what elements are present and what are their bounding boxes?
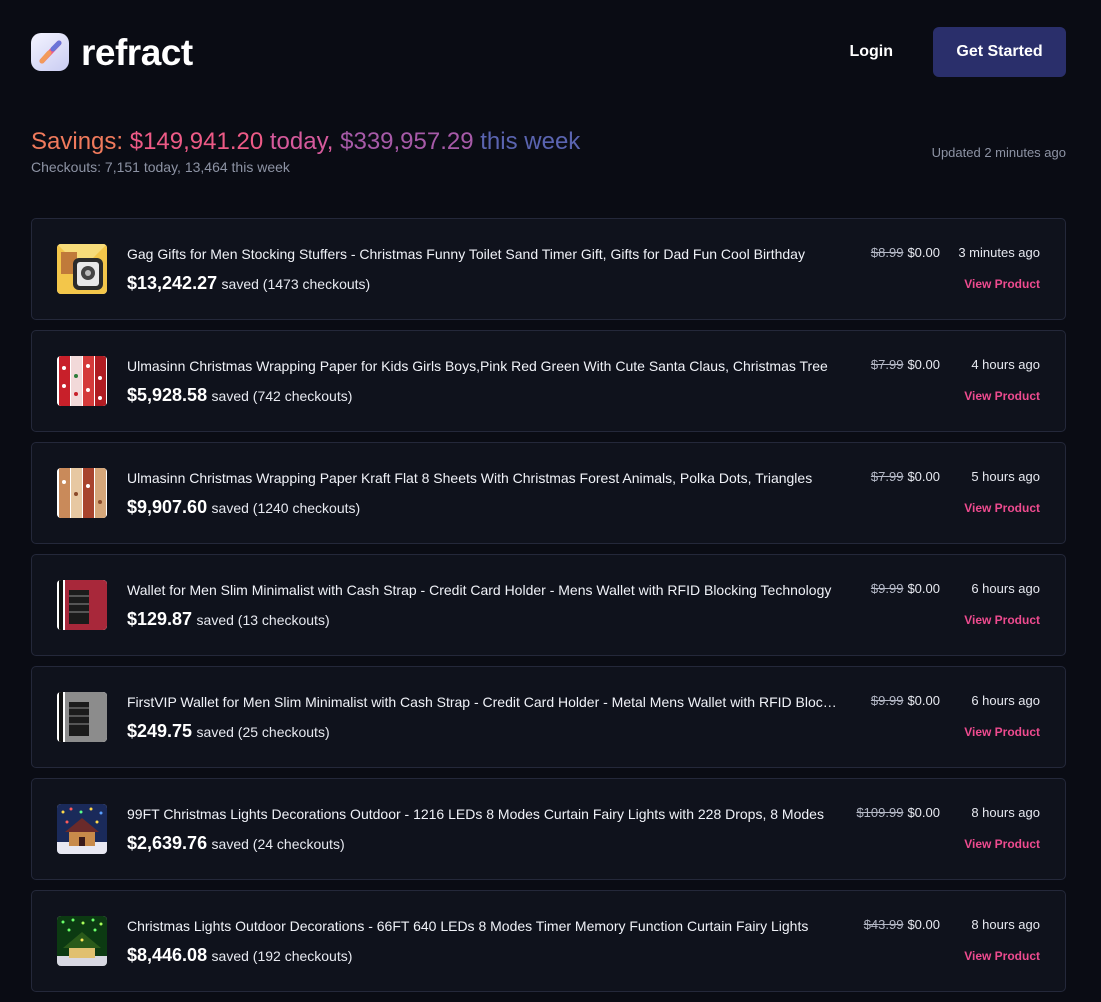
product-title[interactable]: Wallet for Men Slim Minimalist with Cash… (127, 582, 842, 598)
saved-line: $249.75 saved (25 checkouts) (127, 721, 330, 742)
discounted-price: $0.00 (907, 469, 940, 484)
product-list: Gag Gifts for Men Stocking Stuffers - Ch… (31, 218, 1066, 1002)
product-title[interactable]: FirstVIP Wallet for Men Slim Minimalist … (127, 694, 842, 710)
get-started-button[interactable]: Get Started (933, 27, 1066, 77)
saved-line: $129.87 saved (13 checkouts) (127, 609, 330, 630)
brand-name: refract (81, 31, 193, 73)
saved-amount: $8,446.08 (127, 945, 208, 965)
product-title[interactable]: Ulmasinn Christmas Wrapping Paper Kraft … (127, 470, 842, 486)
updated-timestamp: Updated 2 minutes ago (931, 145, 1066, 160)
savings-summary: Savings: $149,941.20 today, $339,957.29 … (31, 127, 1066, 175)
header: refract Login Get Started (31, 27, 1066, 77)
product-card[interactable]: Gag Gifts for Men Stocking Stuffers - Ch… (31, 218, 1066, 320)
original-price: $7.99 (870, 357, 904, 372)
product-title[interactable]: Ulmasinn Christmas Wrapping Paper for Ki… (127, 358, 842, 374)
product-card[interactable]: FirstVIP Wallet for Men Slim Minimalist … (31, 666, 1066, 768)
savings-label: Savings: (31, 128, 130, 155)
view-product-link[interactable]: View Product (964, 277, 1040, 291)
refract-logo-icon (31, 33, 69, 71)
saved-text: saved (13 checkouts) (196, 612, 330, 628)
price-info: $7.99 $0.00 (871, 469, 940, 484)
saved-amount: $13,242.27 (127, 273, 218, 293)
price-info: $9.99 $0.00 (871, 581, 940, 596)
original-price: $9.99 (870, 581, 904, 596)
discounted-price: $0.00 (907, 357, 940, 372)
view-product-link[interactable]: View Product (964, 501, 1040, 515)
discounted-price: $0.00 (907, 917, 940, 932)
saved-line: $13,242.27 saved (1473 checkouts) (127, 273, 370, 294)
original-price: $8.99 (870, 245, 904, 260)
nav: Login Get Started (849, 27, 1066, 77)
discounted-price: $0.00 (907, 805, 940, 820)
time-ago: 6 hours ago (971, 581, 1040, 596)
saved-text: saved (25 checkouts) (196, 724, 330, 740)
brand[interactable]: refract (31, 33, 193, 71)
wallet-grey-thumbnail[interactable] (57, 692, 107, 742)
saved-amount: $5,928.58 (127, 385, 208, 405)
savings-week-suffix: this week (473, 128, 581, 155)
toilet-timer-thumbnail[interactable] (57, 244, 107, 294)
price-info: $109.99 $0.00 (856, 805, 940, 820)
original-price: $7.99 (870, 469, 904, 484)
price-info: $9.99 $0.00 (871, 693, 940, 708)
discounted-price: $0.00 (907, 693, 940, 708)
original-price: $109.99 (856, 805, 904, 820)
saved-amount: $249.75 (127, 721, 193, 741)
discounted-price: $0.00 (907, 245, 940, 260)
product-title[interactable]: Christmas Lights Outdoor Decorations - 6… (127, 918, 842, 934)
time-ago: 3 minutes ago (958, 245, 1040, 260)
savings-today-suffix: today, (263, 128, 341, 155)
product-card[interactable]: Christmas Lights Outdoor Decorations - 6… (31, 890, 1066, 992)
price-info: $8.99 $0.00 (871, 245, 940, 260)
wallet-red-thumbnail[interactable] (57, 580, 107, 630)
time-ago: 6 hours ago (971, 693, 1040, 708)
savings-week-amount: $339,957.29 (340, 128, 474, 155)
time-ago: 5 hours ago (971, 469, 1040, 484)
discounted-price: $0.00 (907, 581, 940, 596)
view-product-link[interactable]: View Product (964, 389, 1040, 403)
saved-text: saved (192 checkouts) (211, 948, 353, 964)
wrapping-paper-kraft-thumbnail[interactable] (57, 468, 107, 518)
saved-amount: $2,639.76 (127, 833, 208, 853)
saved-line: $9,907.60 saved (1240 checkouts) (127, 497, 360, 518)
saved-amount: $9,907.60 (127, 497, 208, 517)
saved-text: saved (1240 checkouts) (211, 500, 361, 516)
saved-text: saved (1473 checkouts) (221, 276, 371, 292)
original-price: $9.99 (870, 693, 904, 708)
saved-amount: $129.87 (127, 609, 193, 629)
price-info: $43.99 $0.00 (864, 917, 940, 932)
view-product-link[interactable]: View Product (964, 837, 1040, 851)
saved-text: saved (742 checkouts) (211, 388, 353, 404)
time-ago: 8 hours ago (971, 805, 1040, 820)
time-ago: 8 hours ago (971, 917, 1040, 932)
product-card[interactable]: Wallet for Men Slim Minimalist with Cash… (31, 554, 1066, 656)
product-card[interactable]: Ulmasinn Christmas Wrapping Paper for Ki… (31, 330, 1066, 432)
savings-headline: Savings: $149,941.20 today, $339,957.29 … (31, 127, 1066, 157)
saved-line: $2,639.76 saved (24 checkouts) (127, 833, 345, 854)
saved-line: $5,928.58 saved (742 checkouts) (127, 385, 352, 406)
product-card[interactable]: Ulmasinn Christmas Wrapping Paper Kraft … (31, 442, 1066, 544)
curtain-lights-thumbnail[interactable] (57, 804, 107, 854)
price-info: $7.99 $0.00 (871, 357, 940, 372)
login-link[interactable]: Login (849, 43, 893, 61)
green-lights-thumbnail[interactable] (57, 916, 107, 966)
checkouts-summary: Checkouts: 7,151 today, 13,464 this week (31, 159, 290, 175)
product-card[interactable]: 99FT Christmas Lights Decorations Outdoo… (31, 778, 1066, 880)
product-title[interactable]: 99FT Christmas Lights Decorations Outdoo… (127, 806, 842, 822)
view-product-link[interactable]: View Product (964, 613, 1040, 627)
original-price: $43.99 (863, 917, 904, 932)
view-product-link[interactable]: View Product (964, 949, 1040, 963)
wrapping-paper-red-thumbnail[interactable] (57, 356, 107, 406)
savings-today-amount: $149,941.20 (129, 128, 264, 155)
product-title[interactable]: Gag Gifts for Men Stocking Stuffers - Ch… (127, 246, 842, 262)
time-ago: 4 hours ago (971, 357, 1040, 372)
saved-line: $8,446.08 saved (192 checkouts) (127, 945, 352, 966)
saved-text: saved (24 checkouts) (211, 836, 345, 852)
view-product-link[interactable]: View Product (964, 725, 1040, 739)
